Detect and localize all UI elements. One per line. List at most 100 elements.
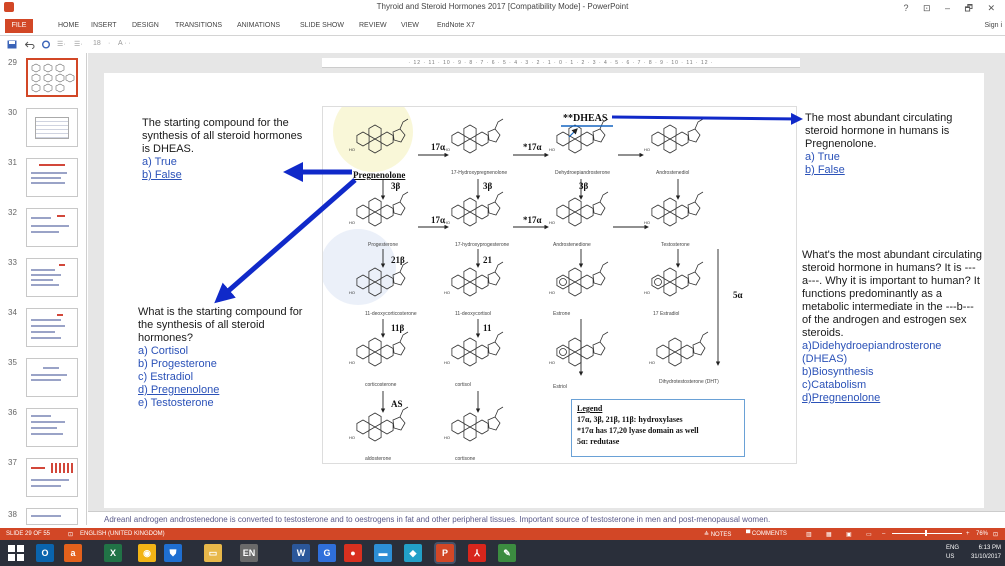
zoom-slider-thumb[interactable] xyxy=(925,530,927,536)
slide-thumbnail-34[interactable] xyxy=(26,308,78,347)
slide-thumbnail-37[interactable] xyxy=(26,458,78,497)
steroid-structure: HO xyxy=(549,261,609,297)
enzyme-17a: 17α xyxy=(431,215,446,225)
spellcheck-icon[interactable]: ⊡ xyxy=(68,531,73,538)
hydroxypregnenolone-label: 17-Hydroxypregnenolone xyxy=(451,170,508,176)
steroid-structure: HO xyxy=(444,406,504,442)
steroid-pathway-diagram[interactable]: HO HO HO HO HO HO HO HO HO HO HO HO HO HO HO HO HO HO Pre… xyxy=(322,106,797,464)
zoom-in-icon[interactable]: + xyxy=(966,531,970,537)
tab-home[interactable]: HOME xyxy=(58,22,79,29)
network-app-taskbar-icon[interactable]: ◆ xyxy=(404,544,422,562)
slide-thumbnail-32[interactable] xyxy=(26,208,78,247)
slide-thumbnail-pane[interactable]: 29 30 31 32 33 34 35 36 37 38 xyxy=(0,53,87,525)
question-3[interactable]: The most abundant circulating steroid ho… xyxy=(805,112,977,177)
slide-thumbnail-33[interactable] xyxy=(26,258,78,297)
enzyme-17a-lyase: *17α xyxy=(523,142,542,152)
explorer-taskbar-icon[interactable]: ▭ xyxy=(204,544,222,562)
tab-file[interactable]: FILE xyxy=(5,19,33,33)
zoom-out-icon[interactable]: – xyxy=(882,531,885,537)
question-1[interactable]: The starting compound for the synthesis … xyxy=(142,117,312,182)
enzyme-3b: 3β xyxy=(483,181,493,191)
excel-taskbar-icon[interactable]: X xyxy=(104,544,122,562)
redo-icon[interactable] xyxy=(41,40,51,49)
notes-button[interactable]: ≜ NOTES xyxy=(704,531,731,538)
svg-text:HO: HO xyxy=(549,220,555,225)
slide-thumbnail-29[interactable] xyxy=(26,58,78,97)
question-3-option-b: b) False xyxy=(805,164,845,176)
enzyme-11b: 11β xyxy=(391,323,405,333)
steroid-structure: HO xyxy=(549,331,609,367)
acrobat-taskbar-icon[interactable]: ⅄ xyxy=(468,544,486,562)
window-title: Thyroid and Steroid Hormones 2017 [Compa… xyxy=(376,2,629,11)
fit-slide-icon[interactable]: ⊡ xyxy=(993,531,998,538)
tab-design[interactable]: DESIGN xyxy=(132,22,159,29)
monitor-app-taskbar-icon[interactable]: ▬ xyxy=(374,544,392,562)
slide-thumbnail-36[interactable] xyxy=(26,408,78,447)
enzyme-3b: 3β xyxy=(391,181,401,191)
chrome-taskbar-icon[interactable]: ◉ xyxy=(138,544,156,562)
enzyme-3b: 3β xyxy=(579,181,589,191)
g-app-taskbar-icon[interactable]: G xyxy=(318,544,336,562)
corticosterone-label: corticosterone xyxy=(365,382,397,388)
slide-thumbnail-35[interactable] xyxy=(26,358,78,397)
tab-animations[interactable]: ANIMATIONS xyxy=(237,22,280,29)
legend-line: 5α: redutase xyxy=(577,437,620,446)
tab-transitions[interactable]: TRANSITIONS xyxy=(175,22,222,29)
tab-review[interactable]: REVIEW xyxy=(359,22,387,29)
zoom-level[interactable]: 76% xyxy=(976,531,988,537)
office-taskbar-icon[interactable]: a xyxy=(64,544,82,562)
defender-taskbar-icon[interactable]: ⛊ xyxy=(164,544,182,562)
horizontal-ruler[interactable]: · 12 · 11 · 10 · 9 · 8 · 7 · 6 · 5 · 4 ·… xyxy=(322,58,800,68)
slide-number: 37 xyxy=(8,458,17,467)
speaker-notes[interactable]: Adreanl androgen androstenedone is conve… xyxy=(88,511,1005,527)
zoom-slider[interactable] xyxy=(892,533,962,534)
normal-view-icon[interactable]: ▥ xyxy=(806,531,812,538)
sign-in-link[interactable]: Sign i xyxy=(984,22,1002,29)
svg-text:HO: HO xyxy=(649,360,655,365)
input-language[interactable]: ENG US xyxy=(946,544,959,562)
font-size-field[interactable]: 18 xyxy=(93,40,101,47)
tab-slide-show[interactable]: SLIDE SHOW xyxy=(300,22,344,29)
slide-thumbnail-30[interactable] xyxy=(26,108,78,147)
tab-insert[interactable]: INSERT xyxy=(91,22,117,29)
question-1-option-b: b) False xyxy=(142,169,182,181)
comments-button[interactable]: ▀ COMMENTS xyxy=(746,531,787,537)
tab-view[interactable]: VIEW xyxy=(401,22,419,29)
endnote-taskbar-icon[interactable]: EN xyxy=(240,544,258,562)
question-2-option-a: a) Cortisol xyxy=(138,345,189,357)
progesterone-label: Progesterone xyxy=(368,242,399,248)
svg-text:HO: HO xyxy=(549,360,555,365)
bullets-icon[interactable]: ☰· xyxy=(57,40,66,48)
language-status[interactable]: ENGLISH (UNITED KINGDOM) xyxy=(80,531,165,537)
question-4[interactable]: What's the most abundant circulating ste… xyxy=(802,249,984,405)
enzyme-21: 21 xyxy=(483,255,492,265)
window-controls[interactable]: ? ⊡ – 🗗 ✕ xyxy=(903,1,1001,17)
slide-sorter-icon[interactable]: ▦ xyxy=(826,531,832,538)
powerpoint-taskbar-icon[interactable]: P xyxy=(436,544,454,562)
system-clock[interactable]: 6:13 PM 31/10/2017 xyxy=(971,544,1001,562)
question-2[interactable]: What is the starting compound for the sy… xyxy=(138,306,310,410)
slide-thumbnail-31[interactable] xyxy=(26,158,78,197)
question-4-text: What's the most abundant circulating ste… xyxy=(802,249,983,339)
outlook-taskbar-icon[interactable]: O xyxy=(36,544,54,562)
save-icon[interactable] xyxy=(7,40,17,49)
steroid-structure: HO xyxy=(349,331,409,367)
chevron-down-icon[interactable]: · xyxy=(108,40,110,47)
numbering-icon[interactable]: ☰· xyxy=(74,40,83,48)
question-4-option-a: a)Didehydroepiandrosterone (DHEAS) xyxy=(802,340,942,365)
word-taskbar-icon[interactable]: W xyxy=(292,544,310,562)
windows-start-button[interactable] xyxy=(8,545,24,561)
tab-endnote[interactable]: EndNote X7 xyxy=(437,22,475,29)
slideshow-icon[interactable]: ▭ xyxy=(866,531,872,538)
font-color-icon[interactable]: A · · xyxy=(118,40,131,47)
estradiol-label: 17 Estradiol xyxy=(653,311,680,317)
svg-text:HO: HO xyxy=(349,435,355,440)
reading-view-icon[interactable]: ▣ xyxy=(846,531,852,538)
slide-number: 38 xyxy=(8,510,17,519)
slide-thumbnail-38[interactable] xyxy=(26,508,78,525)
legend-line: *17α has 17,20 lyase domain as well xyxy=(577,426,699,435)
circle-app-taskbar-icon[interactable]: ● xyxy=(344,544,362,562)
undo-icon[interactable] xyxy=(25,40,35,49)
paint-taskbar-icon[interactable]: ✎ xyxy=(498,544,516,562)
slide-number: 31 xyxy=(8,158,17,167)
